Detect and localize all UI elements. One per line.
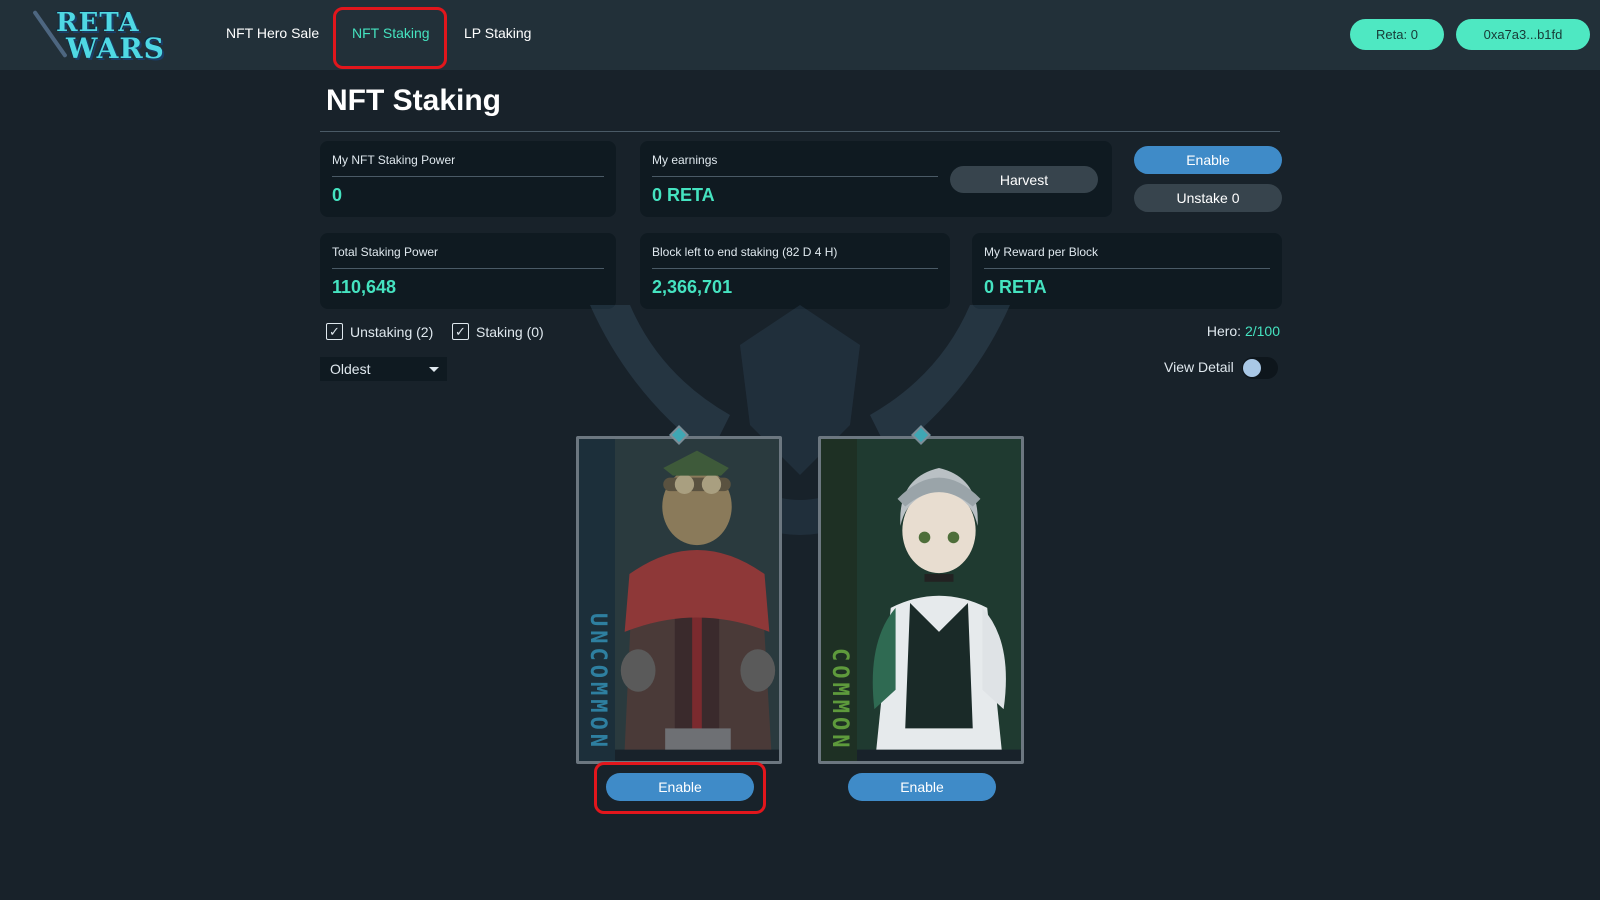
- title-divider: [320, 131, 1280, 132]
- reward-per-block-card: My Reward per Block 0 RETA: [972, 233, 1282, 309]
- blocks-left-label: Block left to end staking (82 D 4 H): [652, 245, 838, 259]
- staking-checkbox[interactable]: ✓: [452, 323, 469, 340]
- blocks-left-card: Block left to end staking (82 D 4 H) 2,3…: [640, 233, 950, 309]
- divider: [984, 268, 1270, 269]
- staking-filter-label: Staking (0): [476, 323, 544, 340]
- my-earnings-label: My earnings: [652, 153, 718, 167]
- divider: [332, 268, 604, 269]
- enable-staking-button[interactable]: Enable: [1134, 146, 1282, 174]
- hero-enable-button-common[interactable]: Enable: [848, 773, 996, 801]
- total-staking-power-value: 110,648: [332, 277, 397, 297]
- highlight-hero-enable-button: [594, 762, 766, 814]
- hero-card-frame: UNCOMMON: [576, 436, 782, 764]
- hero-card-frame: COMMON: [818, 436, 1024, 764]
- hero-rarity-label: UNCOMMON: [585, 613, 610, 751]
- divider: [652, 176, 938, 177]
- logo-text-line2: WARS: [66, 32, 165, 65]
- toggle-knob: [1243, 359, 1261, 377]
- unstaking-checkbox[interactable]: ✓: [326, 323, 343, 340]
- my-earnings-card: My earnings 0 RETA Harvest: [640, 141, 1112, 217]
- divider: [652, 268, 938, 269]
- my-staking-power-card: My NFT Staking Power 0: [320, 141, 616, 217]
- highlight-nav-nft-staking: [333, 7, 447, 69]
- blocks-left-value: 2,366,701: [652, 277, 733, 297]
- page-title: NFT Staking: [326, 84, 502, 117]
- my-staking-power-value: 0: [332, 185, 343, 205]
- hero-card-common[interactable]: COMMON: [818, 425, 1024, 764]
- hero-card-uncommon[interactable]: UNCOMMON: [576, 425, 782, 764]
- sort-select-value: Oldest: [330, 361, 371, 377]
- wallet-address-button[interactable]: 0xa7a3...b1fd: [1456, 19, 1590, 50]
- unstake-button[interactable]: Unstake 0: [1134, 184, 1282, 212]
- reta-wars-logo[interactable]: RETA WARS: [32, 4, 166, 68]
- total-staking-power-card: Total Staking Power 110,648: [320, 233, 616, 309]
- nav-nft-hero-sale[interactable]: NFT Hero Sale: [226, 25, 319, 41]
- view-detail-label: View Detail: [1164, 359, 1234, 375]
- hero-portrait-warrior: [615, 439, 779, 750]
- my-earnings-value: 0 RETA: [652, 185, 715, 205]
- view-detail-toggle[interactable]: [1242, 357, 1278, 379]
- hero-rarity-label: COMMON: [827, 647, 852, 751]
- reward-per-block-value: 0 RETA: [984, 277, 1047, 297]
- sort-select[interactable]: Oldest: [320, 357, 447, 381]
- unstaking-filter-label: Unstaking (2): [350, 323, 434, 340]
- staking-filter[interactable]: ✓ Staking (0): [452, 323, 544, 340]
- unstaking-filter[interactable]: ✓ Unstaking (2): [326, 323, 433, 340]
- total-staking-power-label: Total Staking Power: [332, 245, 439, 259]
- harvest-button[interactable]: Harvest: [950, 166, 1098, 193]
- divider: [332, 176, 604, 177]
- nav-lp-staking[interactable]: LP Staking: [464, 25, 531, 41]
- hero-count: Hero: 2/100: [1207, 323, 1280, 339]
- caret-down-icon: [429, 367, 439, 372]
- reta-balance-badge[interactable]: Reta: 0: [1350, 19, 1444, 50]
- hero-count-value: 2/100: [1244, 323, 1280, 339]
- hero-count-label: Hero:: [1206, 323, 1245, 339]
- my-staking-power-label: My NFT Staking Power: [332, 153, 456, 167]
- reward-per-block-label: My Reward per Block: [984, 245, 1099, 259]
- hero-portrait-maid: [857, 439, 1021, 750]
- top-navbar: RETA WARS NFT Hero Sale NFT Staking LP S…: [0, 0, 1600, 70]
